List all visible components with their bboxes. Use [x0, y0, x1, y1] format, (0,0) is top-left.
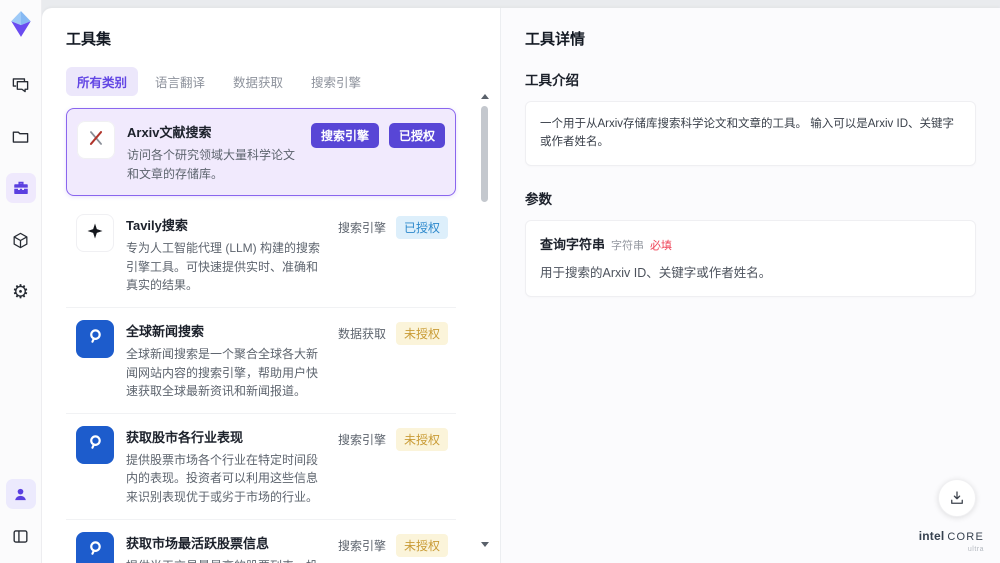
tool-name: 获取市场最活跃股票信息 — [126, 535, 270, 551]
detail-title: 工具详情 — [525, 31, 586, 48]
tool-card-list: Arxiv文献搜索 访问各个研究领域大量科学论文和文章的存储库。 搜索引擎 已授… — [66, 108, 476, 563]
tool-detail-panel: 工具详情 工具介绍 一个用于从Arxiv存储库搜索科学论文和文章的工具。 输入可… — [500, 8, 1000, 563]
chat-icon[interactable] — [6, 69, 36, 99]
tab-all-categories[interactable]: 所有类别 — [66, 67, 139, 96]
magnifier-q-icon — [84, 325, 106, 352]
tool-category-tag: 数据获取 — [337, 326, 386, 341]
tool-card[interactable]: 全球新闻搜索 全球新闻搜索是一个聚合全球各大新闻网站内容的搜索引擎，帮助用户快速… — [66, 307, 456, 414]
tab-data-fetching[interactable]: 数据获取 — [222, 67, 294, 96]
tool-description: 提供股票市场各个行业在特定时间段内的表现。投资者可以利用这些信息来识别表现优于或… — [126, 452, 319, 504]
arxiv-logo-icon — [85, 127, 107, 154]
scrollbar-thumb[interactable] — [481, 106, 488, 202]
tool-main: Arxiv文献搜索 访问各个研究领域大量科学论文和文章的存储库。 — [127, 121, 299, 183]
tool-main: 获取市场最活跃股票信息 提供当天交易量最高的股票列表，投资者可以利用这些信息来识… — [126, 532, 326, 563]
download-button[interactable] — [938, 479, 976, 517]
tool-category-tag: 搜索引擎 — [337, 221, 386, 236]
rail-bottom — [5, 479, 36, 551]
tool-auth-status-badge: 已授权 — [395, 216, 448, 240]
tool-auth-status-badge: 已授权 — [388, 123, 445, 148]
tool-intro-text: 一个用于从Arxiv存储库搜索科学论文和文章的工具。 输入可以是Arxiv ID… — [540, 118, 954, 149]
core-wordmark: CORE — [947, 531, 984, 543]
tool-description: 专为人工智能代理 (LLM) 构建的搜索引擎工具。可快速提供实时、准确和真实的结… — [126, 241, 321, 293]
sidebar-rail: ⚙ — [0, 0, 42, 563]
tool-card[interactable]: 获取股市各行业表现 提供股票市场各个行业在特定时间段内的表现。投资者可以利用这些… — [66, 413, 456, 520]
tool-auth-status-badge: 未授权 — [395, 321, 448, 345]
tool-name: Arxiv文献搜索 — [127, 125, 212, 140]
parameter-type: 字符串 — [611, 239, 645, 252]
tool-card[interactable]: Arxiv文献搜索 访问各个研究领域大量科学论文和文章的存储库。 搜索引擎 已授… — [66, 108, 456, 197]
tool-description: 提供当天交易量最高的股票列表，投资者可以利用这些信息来识别流动性强的股票和潜在的… — [126, 557, 326, 563]
tool-tags: 搜索引擎 未授权 — [338, 426, 448, 507]
list-scrollbar[interactable] — [481, 94, 489, 547]
magnifier-q-icon — [84, 537, 106, 563]
tool-main: 全球新闻搜索 全球新闻搜索是一个聚合全球各大新闻网站内容的搜索引擎，帮助用户快速… — [126, 320, 326, 401]
intel-wordmark: intel — [918, 529, 945, 543]
ultra-wordmark: ultra — [967, 546, 984, 553]
tool-icon — [76, 319, 114, 358]
tool-auth-status-badge: 未授权 — [395, 427, 448, 451]
package-icon[interactable] — [6, 225, 36, 255]
tool-name: 获取股市各行业表现 — [126, 429, 244, 445]
tool-main: Tavily搜索 专为人工智能代理 (LLM) 构建的搜索引擎工具。可快速提供实… — [126, 214, 326, 295]
tool-name: 全球新闻搜索 — [126, 323, 205, 339]
panel-toggle-icon[interactable] — [6, 521, 36, 551]
gem-logo-icon — [10, 11, 31, 37]
tool-icon — [76, 425, 114, 464]
folder-icon[interactable] — [6, 121, 36, 151]
app-logo[interactable] — [7, 9, 35, 39]
parameter-name: 查询字符串 — [540, 236, 606, 252]
tools-list-panel: 工具集 所有类别 语言翻译 数据获取 搜索引擎 Arxiv文献搜索 访问各个研究… — [42, 8, 500, 563]
magnifier-q-icon — [84, 431, 106, 458]
scrollbar-down-arrow-icon[interactable] — [481, 542, 489, 547]
parameter-header: 查询字符串 字符串 必填 — [540, 234, 961, 253]
tool-icon — [76, 531, 114, 563]
download-icon — [951, 491, 963, 504]
tool-icon — [77, 121, 115, 159]
tab-language-translation[interactable]: 语言翻译 — [144, 67, 216, 96]
tool-card[interactable]: 获取市场最活跃股票信息 提供当天交易量最高的股票列表，投资者可以利用这些信息来识… — [66, 519, 456, 563]
tool-auth-status-badge: 未授权 — [395, 533, 448, 557]
tool-intro-box: 一个用于从Arxiv存储库搜索科学论文和文章的工具。 输入可以是Arxiv ID… — [525, 101, 976, 166]
tool-main: 获取股市各行业表现 提供股票市场各个行业在特定时间段内的表现。投资者可以利用这些… — [126, 426, 326, 507]
tool-tags: 搜索引擎 已授权 — [338, 214, 448, 295]
tool-name: Tavily搜索 — [126, 218, 188, 234]
parameter-box: 查询字符串 字符串 必填 用于搜索的Arxiv ID、关键字或作者姓名。 — [525, 219, 976, 297]
parameter-description: 用于搜索的Arxiv ID、关键字或作者姓名。 — [540, 265, 772, 280]
toolbox-icon-active[interactable] — [5, 173, 36, 203]
page-title: 工具集 — [66, 31, 112, 48]
tool-card[interactable]: Tavily搜索 专为人工智能代理 (LLM) 构建的搜索引擎工具。可快速提供实… — [66, 202, 456, 308]
settings-gear-icon[interactable]: ⚙ — [6, 277, 36, 307]
scrollbar-up-arrow-icon[interactable] — [481, 94, 489, 99]
tab-search-engine[interactable]: 搜索引擎 — [300, 67, 372, 96]
tool-category-tag: 搜索引擎 — [337, 538, 386, 553]
tool-description: 访问各个研究领域大量科学论文和文章的存储库。 — [127, 148, 296, 181]
main-content: 工具集 所有类别 语言翻译 数据获取 搜索引擎 Arxiv文献搜索 访问各个研究… — [42, 8, 1000, 563]
tool-tags: 搜索引擎 已授权 — [310, 121, 445, 183]
tool-category-tag: 搜索引擎 — [337, 432, 386, 447]
rail-nav: ⚙ — [5, 69, 36, 307]
tool-description: 全球新闻搜索是一个聚合全球各大新闻网站内容的搜索引擎，帮助用户快速获取全球最新资… — [126, 346, 319, 399]
user-avatar-icon[interactable] — [5, 479, 36, 509]
params-heading: 参数 — [525, 191, 552, 207]
sparkle-icon — [85, 221, 105, 246]
tool-category-tag: 搜索引擎 — [310, 123, 379, 148]
tool-tags: 数据获取 未授权 — [338, 320, 448, 401]
parameter-required-badge: 必填 — [650, 239, 673, 252]
tool-tags: 搜索引擎 未授权 — [338, 532, 448, 563]
intro-heading: 工具介绍 — [525, 73, 579, 88]
tool-icon — [76, 214, 114, 253]
category-tabs: 所有类别 语言翻译 数据获取 搜索引擎 — [66, 67, 476, 96]
intel-core-logo: intel CORE ultra — [919, 528, 984, 553]
